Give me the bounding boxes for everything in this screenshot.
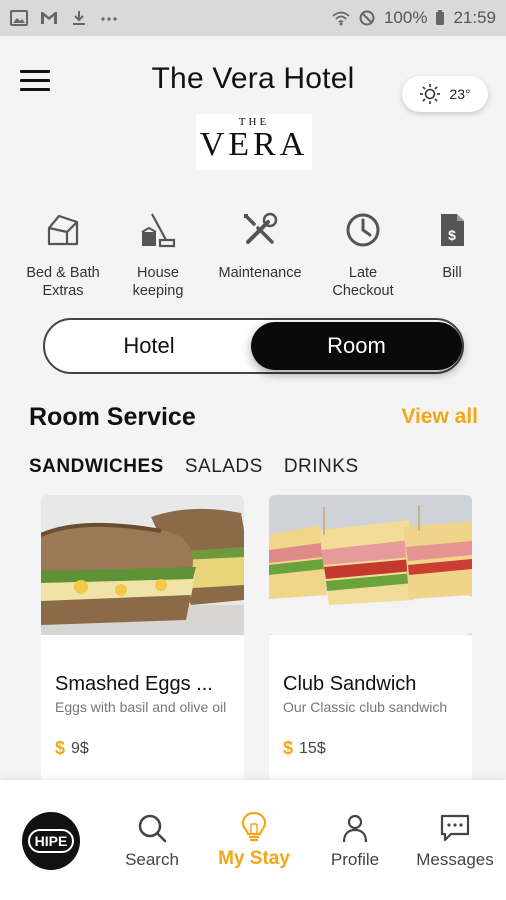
chat-icon [440, 814, 470, 842]
nav-label: Search [125, 850, 179, 869]
weather-widget[interactable]: 23° [402, 76, 488, 112]
bottom-navigation: HIPE Search My Stay Profile Messages [0, 780, 506, 900]
service-bill[interactable]: $ Bill [422, 210, 482, 282]
weather-temperature: 23° [449, 86, 471, 102]
item-description: Eggs with basil and olive oil [55, 699, 227, 715]
download-icon [73, 11, 85, 25]
clock-time: 21:59 [453, 8, 496, 27]
nav-label: My Stay [218, 848, 290, 869]
tab-salads[interactable]: SALADS [185, 456, 263, 478]
status-system: 100% 21:59 [332, 8, 496, 28]
nav-search[interactable]: Search [118, 812, 186, 870]
service-label: Bill [442, 265, 462, 281]
battery-icon [436, 10, 445, 25]
item-name: Smashed Eggs ... [55, 673, 213, 695]
service-maintenance[interactable]: Maintenance [210, 210, 310, 282]
item-description: Our Classic club sandwich [283, 699, 448, 715]
item-price: $ 15$ [283, 738, 326, 759]
item-price-value: 9$ [71, 739, 89, 757]
search-icon [138, 814, 167, 843]
lightbulb-icon [241, 811, 267, 842]
item-image-club-sandwich [269, 495, 472, 635]
tab-sandwiches[interactable]: SANDWICHES [29, 456, 164, 478]
do-not-disturb-icon [359, 10, 375, 26]
gallery-icon [10, 10, 28, 26]
view-all-link[interactable]: View all [401, 405, 478, 429]
svg-text:$: $ [448, 227, 456, 243]
item-image-egg-sandwich [41, 495, 244, 635]
gmail-icon [41, 12, 57, 24]
bed-bath-icon [47, 214, 79, 246]
tools-icon [244, 212, 278, 244]
service-late-checkout[interactable]: Late Checkout [320, 210, 406, 300]
bill-icon: $ [441, 214, 464, 246]
quick-services: Bed & Bath Extras House keeping Maintena… [0, 210, 506, 310]
menu-item-card[interactable]: Smashed Eggs ... Eggs with basil and oli… [41, 495, 244, 785]
more-icon [101, 17, 117, 21]
app-header: The Vera Hotel 23° THE VERA [0, 36, 506, 196]
nav-messages[interactable]: Messages [412, 812, 498, 870]
section-title: Room Service [29, 403, 196, 431]
tab-drinks[interactable]: DRINKS [284, 456, 359, 478]
sun-icon [420, 84, 441, 104]
category-tabs: SANDWICHES SALADS DRINKS [29, 456, 359, 478]
service-label: House keeping [132, 265, 184, 299]
service-bed-bath[interactable]: Bed & Bath Extras [20, 210, 106, 300]
service-label: Bed & Bath Extras [26, 265, 100, 299]
item-price-value: 15$ [299, 739, 326, 757]
toggle-room-option[interactable]: Room [251, 322, 462, 370]
battery-percent: 100% [383, 8, 428, 27]
dollar-icon: $ [283, 738, 294, 758]
status-bar: 100% 21:59 [0, 0, 506, 36]
wifi-icon [332, 11, 350, 26]
clock-icon [346, 213, 380, 247]
hotel-room-toggle: Hotel Room [43, 318, 464, 374]
toggle-hotel-option[interactable]: Hotel [49, 322, 249, 370]
dollar-icon: $ [55, 738, 66, 758]
service-label: Late Checkout [332, 265, 394, 299]
nav-my-stay[interactable]: My Stay [212, 810, 296, 870]
status-notifications [10, 10, 118, 26]
nav-label: Profile [330, 850, 380, 869]
item-name: Club Sandwich [283, 673, 417, 695]
person-icon [342, 814, 368, 843]
hotel-logo: THE VERA [196, 114, 312, 170]
hipe-logo-button[interactable]: HIPE [22, 812, 80, 870]
nav-label: Messages [416, 850, 494, 869]
housekeeping-icon [141, 213, 176, 248]
nav-profile[interactable]: Profile [324, 812, 386, 870]
logo-vera-text: VERA [199, 126, 309, 163]
service-label: Maintenance [218, 265, 302, 281]
hipe-logo-text: HIPE [27, 829, 75, 853]
menu-item-card[interactable]: Club Sandwich Our Classic club sandwich … [269, 495, 472, 785]
item-price: $ 9$ [55, 738, 89, 759]
service-housekeeping[interactable]: House keeping [120, 210, 196, 300]
